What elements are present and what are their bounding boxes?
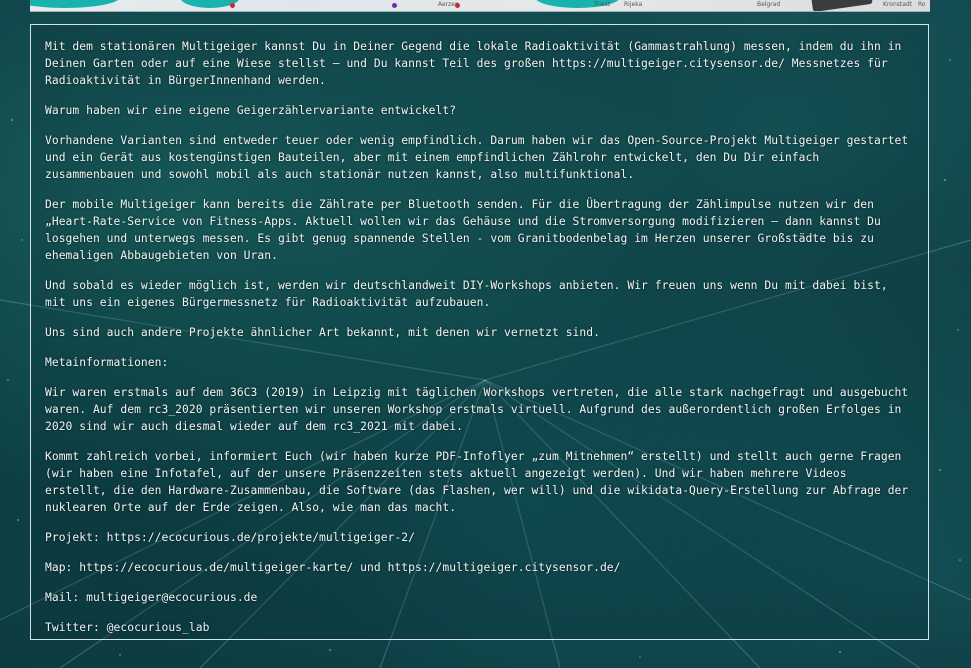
map-links[interactable]: Map: https://ecocurious.de/multigeiger-k… — [45, 559, 914, 576]
map-marker-purple — [392, 3, 397, 8]
twitter-link[interactable]: Twitter: @ecocurious_lab — [45, 619, 914, 636]
map-region-shape — [30, 0, 120, 8]
mobile-paragraph: Der mobile Multigeiger kann bereits die … — [45, 198, 881, 262]
intro-paragraph: Mit dem stationären Multigeiger kannst D… — [45, 40, 902, 87]
workshop-paragraph: Und sobald es wieder möglich ist, werden… — [45, 279, 888, 309]
map-label: Rijeka — [624, 1, 643, 8]
header-map-image: Aerzen Triest Rijeka Belgrad Kronstadt R… — [30, 0, 930, 12]
map-marker-red — [230, 3, 235, 8]
motivation-paragraph: Vorhandene Varianten sind entweder teuer… — [45, 134, 909, 181]
map-label: Ro — [918, 1, 926, 8]
metainfo-heading: Metainformationen: — [45, 356, 169, 369]
invitation-paragraph: Kommt zahlreich vorbei, informiert Euch … — [45, 450, 909, 514]
map-label: Aerzen — [438, 1, 459, 8]
mail-link[interactable]: Mail: multigeiger@ecocurious.de — [45, 589, 914, 606]
map-label: Triest — [594, 1, 611, 8]
article-content-box: Mit dem stationären Multigeiger kannst D… — [30, 24, 929, 640]
map-label: Kronstadt — [883, 1, 913, 8]
history-paragraph: Wir waren erstmals auf dem 36C3 (2019) i… — [45, 386, 909, 433]
geiger-device-image — [811, 0, 873, 11]
question-heading: Warum haben wir eine eigene Geigerzähler… — [45, 104, 457, 117]
map-label: Belgrad — [757, 1, 781, 8]
related-projects-paragraph: Uns sind auch andere Projekte ähnlicher … — [45, 326, 600, 339]
project-link[interactable]: Projekt: https://ecocurious.de/projekte/… — [45, 529, 914, 546]
